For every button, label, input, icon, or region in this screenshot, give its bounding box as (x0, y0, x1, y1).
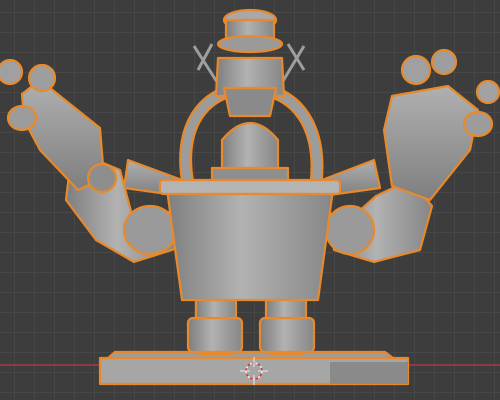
3d-viewport[interactable] (0, 0, 500, 400)
robot-mesh[interactable] (0, 8, 500, 386)
robot-torso[interactable] (210, 122, 290, 186)
left-arm[interactable] (0, 58, 180, 264)
scene-canvas[interactable] (0, 0, 500, 400)
bucket-body[interactable] (158, 178, 342, 302)
right-arm[interactable] (324, 48, 500, 264)
robot-head[interactable] (214, 8, 286, 118)
